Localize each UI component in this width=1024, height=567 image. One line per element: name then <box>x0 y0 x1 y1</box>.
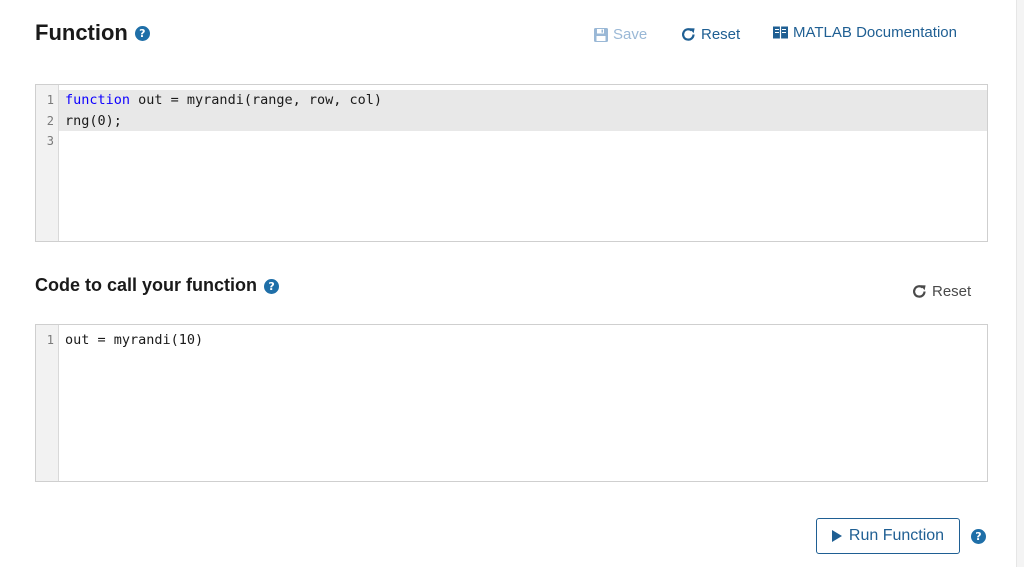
run-function-button[interactable]: Run Function <box>816 518 960 554</box>
code-line[interactable]: 1 function out = myrandi(range, row, col… <box>36 90 987 111</box>
function-code-editor[interactable]: 1 function out = myrandi(range, row, col… <box>35 84 988 242</box>
refresh-icon <box>682 28 695 41</box>
code-text: out = myrandi(range, row, col) <box>130 92 382 109</box>
code-text: out = myrandi(10) <box>65 332 204 349</box>
run-help-icon[interactable]: ? <box>971 529 986 544</box>
code-text: rng(0); <box>65 112 122 129</box>
line-number: 1 <box>46 333 54 348</box>
page-scrollbar[interactable] <box>1016 0 1024 567</box>
play-icon <box>831 530 842 542</box>
function-reset-button[interactable]: Reset <box>680 26 740 43</box>
call-reset-wrap: Reset <box>911 283 971 300</box>
function-title: Function <box>35 20 128 45</box>
run-function-label: Run Function <box>848 527 945 544</box>
call-header: Code to call your function ? <box>35 275 280 296</box>
function-help-icon[interactable]: ? <box>134 25 150 41</box>
docs-wrap: MATLAB Documentation <box>772 24 957 41</box>
call-title: Code to call your function <box>35 275 258 295</box>
refresh-icon <box>913 285 926 298</box>
call-reset-label: Reset <box>932 283 972 300</box>
toolbar: Save <box>593 26 647 43</box>
line-number: 1 <box>46 93 54 108</box>
matlab-documentation-link[interactable]: MATLAB Documentation <box>772 24 957 41</box>
call-help-icon[interactable]: ? <box>264 279 280 294</box>
code-keyword: function <box>65 92 131 109</box>
book-icon <box>773 26 788 39</box>
save-label: Save <box>613 26 648 43</box>
call-code-editor[interactable]: 1 out = myrandi(10) <box>35 324 988 482</box>
function-header: Function ? <box>35 20 150 46</box>
code-line[interactable]: 1 out = myrandi(10) <box>36 330 987 351</box>
floppy-disk-icon <box>594 27 608 42</box>
code-line[interactable]: 3 <box>36 131 987 152</box>
call-reset-button[interactable]: Reset <box>911 283 971 300</box>
line-number: 3 <box>46 134 54 149</box>
save-button[interactable]: Save <box>593 26 647 43</box>
line-number: 2 <box>46 113 54 128</box>
docs-label: MATLAB Documentation <box>793 24 957 41</box>
function-reset-wrap: Reset <box>680 26 740 43</box>
function-reset-label: Reset <box>701 26 741 43</box>
code-line[interactable]: 2 rng(0); <box>36 110 987 131</box>
